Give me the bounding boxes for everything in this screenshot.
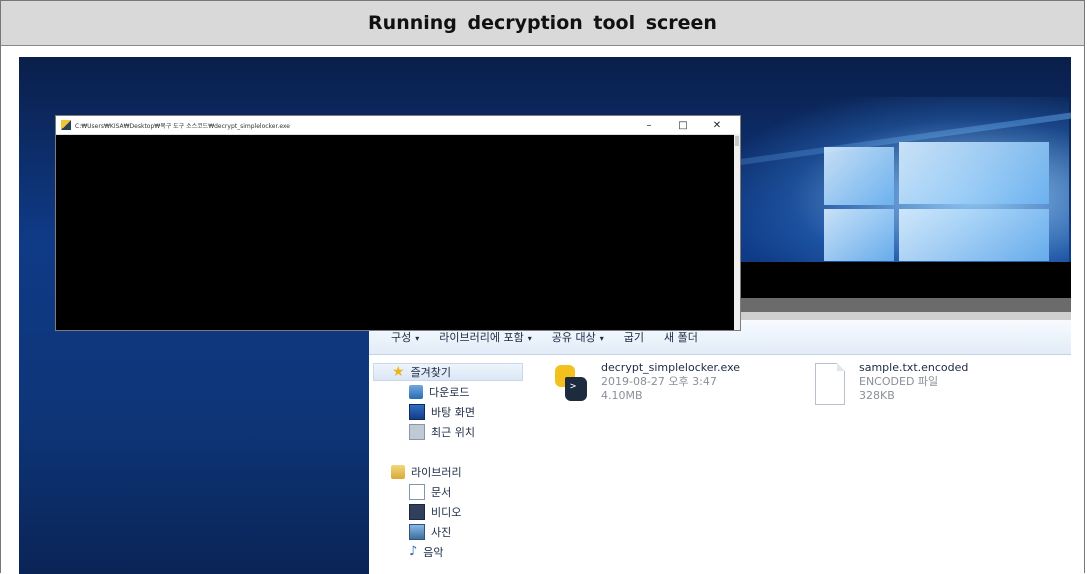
nav-item-desktop[interactable]: 바탕 화면 [409, 403, 475, 421]
file-date: 2019-08-27 오후 3:47 [601, 375, 717, 388]
library-icon [391, 465, 405, 479]
figure-caption: Running decryption tool screen [368, 12, 717, 34]
organize-menu[interactable]: 구성 ▾ [391, 329, 419, 345]
document-icon [409, 484, 425, 500]
file-icon [807, 361, 851, 409]
nav-item-videos[interactable]: 비디오 [409, 503, 461, 521]
figure-frame: Running decryption tool screen 구성 ▾ 라이브러리… [0, 0, 1085, 574]
file-name: sample.txt.encoded [859, 361, 969, 374]
chevron-down-icon: ▾ [527, 334, 532, 343]
python-exe-icon: > [549, 361, 593, 409]
console-scrollbar[interactable] [734, 134, 740, 330]
windows-logo-pane [824, 209, 894, 261]
pictures-icon [409, 524, 425, 540]
nav-item-recent[interactable]: 최근 위치 [409, 423, 475, 441]
windows-logo-pane [899, 209, 1049, 261]
video-icon [409, 504, 425, 520]
screenshot-desktop: 구성 ▾ 라이브러리에 포함 ▾ 공유 대상 ▾ 굽기 새 폴더 ★ 즐겨찾기 다운로… [19, 57, 1071, 574]
file-size: 4.10MB [601, 389, 643, 402]
nav-item-documents[interactable]: 문서 [409, 483, 451, 501]
chevron-down-icon: ▾ [415, 334, 420, 343]
python-app-icon [61, 120, 71, 130]
file-type: ENCODED 파일 [859, 375, 939, 388]
windows-logo-pane [824, 147, 894, 205]
downloads-icon [409, 385, 423, 399]
recent-places-icon [409, 424, 425, 440]
share-with-menu[interactable]: 공유 대상 ▾ [552, 329, 604, 345]
file-list: > decrypt_simplelocker.exe 2019-08-27 오후… [539, 355, 1069, 574]
caption-bar: Running decryption tool screen [1, 1, 1084, 46]
maximize-button[interactable]: □ [666, 120, 700, 131]
console-title: C:₩Users₩KISA₩Desktop₩복구 도구 소스코드₩decrypt… [75, 122, 290, 130]
file-size: 328KB [859, 389, 895, 402]
nav-item-libraries[interactable]: 라이브러리 [391, 463, 462, 481]
file-name: decrypt_simplelocker.exe [601, 361, 741, 374]
new-folder-button[interactable]: 새 폴더 [664, 329, 698, 345]
window-controls: – □ ✕ [632, 116, 734, 134]
burn-button[interactable]: 굽기 [624, 329, 644, 345]
minimize-button[interactable]: – [632, 120, 666, 131]
desktop-icon [409, 404, 425, 420]
nav-item-downloads[interactable]: 다운로드 [409, 383, 469, 401]
console-titlebar[interactable]: C:₩Users₩KISA₩Desktop₩복구 도구 소스코드₩decrypt… [56, 116, 740, 135]
file-explorer-window: 구성 ▾ 라이브러리에 포함 ▾ 공유 대상 ▾ 굽기 새 폴더 ★ 즐겨찾기 다운로… [369, 320, 1071, 574]
nav-item-favorites[interactable]: ★ 즐겨찾기 [373, 363, 523, 381]
windows-logo-pane [899, 142, 1049, 204]
nav-item-music[interactable]: ♪ 음악 [409, 543, 444, 561]
include-in-library-menu[interactable]: 라이브러리에 포함 ▾ [439, 329, 531, 345]
file-item[interactable]: > decrypt_simplelocker.exe 2019-08-27 오후… [549, 361, 740, 409]
nav-item-pictures[interactable]: 사진 [409, 523, 451, 541]
scrollbar-thumb[interactable] [735, 136, 739, 146]
chevron-down-icon: ▾ [599, 334, 604, 343]
close-button[interactable]: ✕ [700, 120, 734, 131]
console-window: C:₩Users₩KISA₩Desktop₩복구 도구 소스코드₩decrypt… [55, 115, 741, 331]
star-icon: ★ [392, 364, 405, 380]
navigation-pane: ★ 즐겨찾기 다운로드 바탕 화면 최근 위치 라이브러리 문서 비디오 사진 … [369, 355, 529, 574]
file-item[interactable]: sample.txt.encoded ENCODED 파일 328KB [807, 361, 968, 409]
music-icon: ♪ [409, 544, 418, 559]
